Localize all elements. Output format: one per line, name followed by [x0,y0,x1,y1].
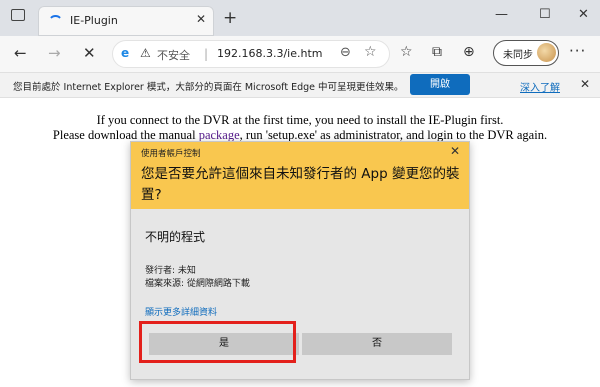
close-window-button[interactable]: ✕ [578,7,589,22]
no-button[interactable]: 否 [302,333,452,355]
address-separator: | [204,47,209,61]
browser-toolbar: ← → ✕ e ⚠ 不安全 | 192.168.3.3/ie.htm ⊖ ☆ ☆… [0,36,600,72]
line2-start: Please download the manual [52,128,199,142]
uac-caption: 使用者帳戶控制 [141,149,201,159]
tab-strip: IE-Plugin ✕ + — ☐ ✕ [0,0,600,36]
infobar-message: 您目前處於 Internet Explorer 模式，大部分的頁面在 Micro… [13,82,404,93]
ie-mode-infobar: 您目前處於 Internet Explorer 模式，大部分的頁面在 Micro… [0,72,600,98]
package-link[interactable]: package [199,128,240,142]
not-secure-label[interactable]: 不安全 [157,47,190,63]
uac-file-origin: 檔案來源: 從網際網路下載 [145,279,250,289]
collections-icon[interactable]: ⧉ [432,44,442,60]
tab-close-icon[interactable]: ✕ [196,12,206,26]
url-text[interactable]: 192.168.3.3/ie.htm [217,47,323,60]
tab-ie-plugin[interactable]: IE-Plugin ✕ [38,6,214,36]
back-icon[interactable]: ← [14,44,27,62]
show-more-details-link[interactable]: 顯示更多詳細資料 [145,305,217,318]
maximize-button[interactable]: ☐ [539,7,551,22]
ie-mode-icon[interactable]: e [121,46,129,60]
zoom-icon[interactable]: ⊖ [340,45,351,60]
highlight-box [139,321,296,363]
uac-header: 使用者帳戶控制 ✕ 您是否要允許這個來自未知發行者的 App 變更您的裝置? [131,142,469,209]
more-options-icon[interactable]: ··· [569,42,586,60]
infobar-close-icon[interactable]: ✕ [580,77,590,91]
profile-sync-label: 未同步 [503,50,533,61]
uac-question: 您是否要允許這個來自未知發行者的 App 變更您的裝置? [141,166,460,203]
uac-publisher: 發行者: 未知 [145,266,196,276]
stop-loading-icon[interactable]: ✕ [83,44,96,62]
profile-button[interactable]: 未同步 [493,40,559,66]
new-tab-button[interactable]: + [223,8,237,28]
uac-program-name: 不明的程式 [145,230,206,244]
tab-actions-icon[interactable] [11,9,25,21]
extensions-icon[interactable]: ⊕ [463,44,475,60]
open-in-edge-button[interactable]: 開啟 [410,74,470,95]
favorites-icon[interactable]: ☆ [400,44,413,60]
loading-spinner-icon [48,15,63,30]
uac-close-icon[interactable]: ✕ [450,144,460,158]
forward-icon[interactable]: → [48,44,61,62]
address-bar[interactable]: e ⚠ 不安全 | 192.168.3.3/ie.htm ⊖ ☆ [112,40,390,68]
page-instruction-line1: If you connect to the DVR at the first t… [96,113,504,127]
add-favorite-icon[interactable]: ☆ [364,44,377,60]
tab-title: IE-Plugin [70,14,118,27]
learn-more-link[interactable]: 深入了解 [520,79,560,94]
avatar [537,43,556,62]
warning-icon[interactable]: ⚠ [140,46,151,60]
minimize-button[interactable]: — [495,7,508,22]
line2-end: , run 'setup.exe' as administrator, and … [239,128,548,142]
